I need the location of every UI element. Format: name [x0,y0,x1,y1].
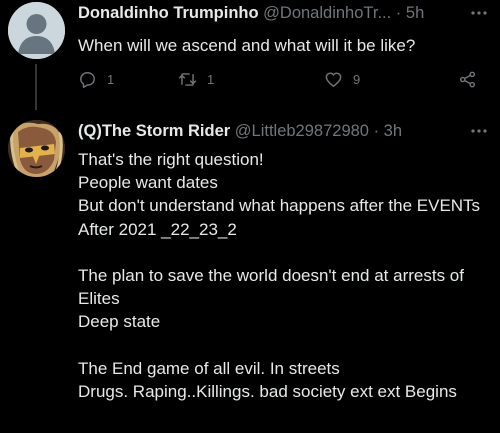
tweet-header: Donaldinho Trumpinho @DonaldinhoTr... · … [78,2,464,24]
tweet-header: (Q)The Storm Rider @Littleb29872980 · 3h [78,120,464,142]
tweet-parent[interactable]: Donaldinho Trumpinho @DonaldinhoTr... · … [0,0,500,110]
tweet-text: That's the right question! People want d… [78,150,481,402]
author-name[interactable]: (Q)The Storm Rider [78,122,230,140]
retweet-count: 1 [207,71,215,87]
tweet-text: When will we ascend and what will it be … [78,36,416,55]
share-button[interactable] [458,68,477,90]
more-options-icon[interactable] [470,122,488,140]
separator-dot: · [373,122,380,140]
more-options-icon[interactable] [470,4,488,22]
reply-count: 1 [107,71,115,87]
profile-picture-icon [8,120,65,177]
reply-icon [80,71,95,88]
tweet-timestamp[interactable]: 3h [384,122,402,140]
separator-dot: · [395,4,402,22]
like-button[interactable]: 9 [324,68,360,90]
default-avatar[interactable] [8,2,65,59]
share-icon [459,71,476,87]
retweet-icon [178,72,197,86]
retweet-button[interactable]: 1 [178,68,214,90]
like-count: 9 [353,71,361,87]
tweet-actions: 1 1 9 [78,68,488,90]
author-handle[interactable]: @Littleb29872980 [235,122,369,140]
author-handle[interactable]: @DonaldinhoTr... [263,4,391,22]
author-name[interactable]: Donaldinho Trumpinho [78,4,259,22]
tweet-reply[interactable]: (Q)The Storm Rider @Littleb29872980 · 3h… [0,110,500,433]
default-profile-icon [8,2,65,59]
heart-icon [325,71,342,87]
reply-button[interactable]: 1 [78,68,114,90]
thread-connector-line [35,64,37,110]
author-avatar[interactable] [8,120,65,177]
tweet-timestamp[interactable]: 5h [406,4,424,22]
